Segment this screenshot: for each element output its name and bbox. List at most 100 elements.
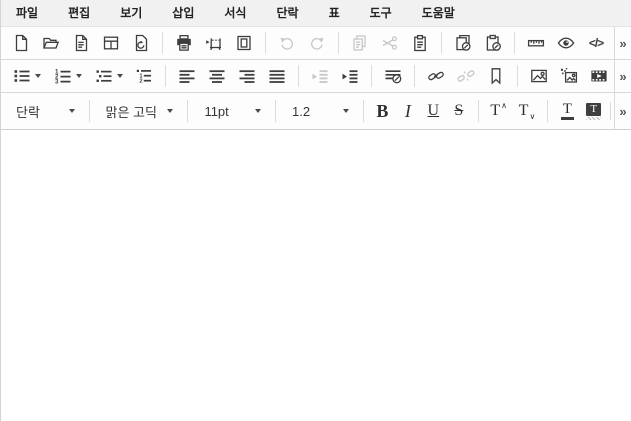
paste-edit-document-button[interactable] xyxy=(448,30,478,56)
toolbar-separator xyxy=(514,32,515,54)
paragraph-style-select[interactable]: 단락 xyxy=(6,93,83,129)
superscript-base: T xyxy=(490,102,500,120)
bullet-list-button[interactable] xyxy=(6,63,47,89)
menu-item-insert[interactable]: 삽입 xyxy=(157,0,209,26)
toolbar-row-3: 단락 맑은 고딕 11pt 1.2 B I U S xyxy=(1,93,631,130)
strikethrough-button[interactable]: S xyxy=(446,97,471,125)
chevron-down-icon xyxy=(255,109,261,113)
unlink-button[interactable] xyxy=(451,63,481,89)
toolbar-separator xyxy=(338,32,339,54)
chevron-down-icon xyxy=(117,74,123,78)
font-size-value: 11pt xyxy=(204,104,251,119)
horizontal-rule-button[interactable] xyxy=(378,63,408,89)
text-document-button[interactable] xyxy=(66,30,96,56)
template-icon xyxy=(102,34,120,52)
eye-icon xyxy=(557,34,575,52)
subscript-mark-icon: ∨ xyxy=(529,112,535,121)
print-button[interactable] xyxy=(169,30,199,56)
multi-image-icon xyxy=(560,67,578,85)
copy-button[interactable] xyxy=(345,30,375,56)
line-height-select[interactable]: 1.2 xyxy=(282,93,357,129)
indent-button[interactable] xyxy=(335,63,365,89)
chevron-down-icon xyxy=(343,109,349,113)
highlight-color-button[interactable]: T xyxy=(581,97,607,125)
text-color-button[interactable]: T xyxy=(554,97,580,125)
image-button[interactable] xyxy=(524,63,554,89)
toolbar-separator xyxy=(478,100,479,122)
align-right-icon xyxy=(238,67,256,85)
multilevel-numbered-list-button[interactable]: 12 xyxy=(129,63,159,89)
document-history-button[interactable] xyxy=(126,30,156,56)
justify-button[interactable] xyxy=(262,63,292,89)
font-family-value: 맑은 고딕 xyxy=(106,102,164,121)
editor-content[interactable] xyxy=(1,130,631,421)
toolbar-separator xyxy=(265,32,266,54)
link-button[interactable] xyxy=(421,63,451,89)
page-break-button[interactable] xyxy=(199,30,229,56)
cut-button[interactable] xyxy=(375,30,405,56)
font-family-select[interactable]: 맑은 고딕 xyxy=(96,93,182,129)
text-document-icon xyxy=(72,34,90,52)
wysiwyg-editor: 파일편집보기삽입서식단락표도구도움말 </> xyxy=(0,0,631,421)
toolbar-separator xyxy=(298,65,299,87)
menu-item-format[interactable]: 서식 xyxy=(209,0,261,26)
outdent-icon xyxy=(311,67,329,85)
toolbar-separator xyxy=(162,32,163,54)
align-left-button[interactable] xyxy=(172,63,202,89)
toolbar-separator xyxy=(414,65,415,87)
toolbar-row-2: 123 12 » xyxy=(1,60,631,93)
toolbar-separator xyxy=(517,65,518,87)
underline-button[interactable]: U xyxy=(421,97,446,125)
paste-icon xyxy=(411,34,429,52)
redo-icon xyxy=(308,34,326,52)
video-button[interactable] xyxy=(584,63,614,89)
template-button[interactable] xyxy=(96,30,126,56)
open-document-button[interactable] xyxy=(36,30,66,56)
menu-item-table[interactable]: 표 xyxy=(314,0,355,26)
italic-button[interactable]: I xyxy=(395,97,420,125)
source-code-button[interactable]: </> xyxy=(581,30,611,56)
ruler-button[interactable] xyxy=(521,30,551,56)
chevron-down-icon xyxy=(69,109,75,113)
bullet-list-icon xyxy=(13,67,31,85)
cut-icon xyxy=(381,34,399,52)
new-document-icon xyxy=(12,34,30,52)
bold-button[interactable]: B xyxy=(370,97,395,125)
menu-item-edit[interactable]: 편집 xyxy=(53,0,105,26)
redo-button[interactable] xyxy=(302,30,332,56)
justify-icon xyxy=(268,67,286,85)
multi-image-button[interactable] xyxy=(554,63,584,89)
outdent-button[interactable] xyxy=(305,63,335,89)
menu-item-help[interactable]: 도움말 xyxy=(407,0,470,26)
font-size-select[interactable]: 11pt xyxy=(194,93,269,129)
menu-item-file[interactable]: 파일 xyxy=(1,0,53,26)
paste-edit-clipboard-button[interactable] xyxy=(478,30,508,56)
new-document-button[interactable] xyxy=(6,30,36,56)
menu-item-view[interactable]: 보기 xyxy=(105,0,157,26)
document-history-icon xyxy=(132,34,150,52)
align-center-button[interactable] xyxy=(202,63,232,89)
numbered-list-button[interactable]: 123 xyxy=(47,63,88,89)
page-break-icon xyxy=(205,34,223,52)
horizontal-rule-icon xyxy=(384,67,402,85)
toolbar-overflow-row1[interactable]: » xyxy=(614,27,631,59)
undo-button[interactable] xyxy=(272,30,302,56)
paste-button[interactable] xyxy=(405,30,435,56)
toolbar-overflow-row2[interactable]: » xyxy=(614,60,631,92)
align-left-icon xyxy=(178,67,196,85)
print-icon xyxy=(175,34,193,52)
align-right-button[interactable] xyxy=(232,63,262,89)
menu-item-paragraph[interactable]: 단락 xyxy=(261,0,313,26)
multilevel-list-button[interactable] xyxy=(88,63,129,89)
open-folder-icon xyxy=(42,34,60,52)
menu-item-tools[interactable]: 도구 xyxy=(355,0,407,26)
superscript-button[interactable]: T∧ xyxy=(485,97,513,125)
preview-button[interactable] xyxy=(551,30,581,56)
subscript-button[interactable]: T∨ xyxy=(513,97,541,125)
menubar: 파일편집보기삽입서식단락표도구도움말 xyxy=(1,0,631,27)
bookmark-icon xyxy=(487,67,505,85)
page-margins-button[interactable] xyxy=(229,30,259,56)
bookmark-button[interactable] xyxy=(481,63,511,89)
toolbar-overflow-row3[interactable]: » xyxy=(614,93,631,129)
toolbar-separator xyxy=(547,100,548,122)
